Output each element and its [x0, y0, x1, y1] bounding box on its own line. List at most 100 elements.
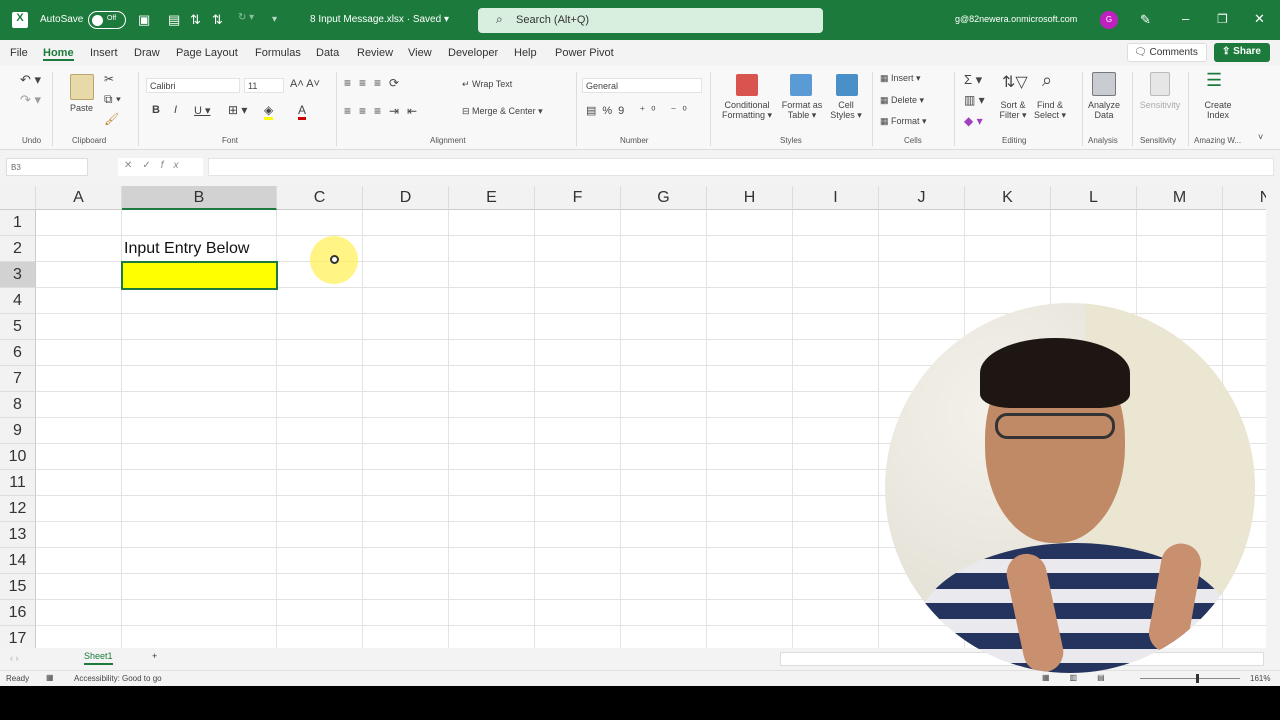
tab-review[interactable]: Review: [357, 47, 393, 59]
bold-button[interactable]: B: [152, 104, 160, 116]
fill-color-icon[interactable]: ◈: [264, 103, 274, 120]
analyze-data-button[interactable]: Analyze Data: [1084, 100, 1124, 120]
column-header-L[interactable]: L: [1051, 186, 1137, 210]
formula-input[interactable]: [208, 158, 1274, 176]
cell-B3-selected[interactable]: [121, 261, 278, 290]
row-header-14[interactable]: 14: [0, 548, 36, 574]
column-header-A[interactable]: A: [36, 186, 122, 210]
cut-icon[interactable]: ✂: [104, 72, 114, 86]
underline-button[interactable]: U ▾: [194, 104, 211, 117]
fill-icon[interactable]: ▥ ▾: [964, 93, 985, 107]
tab-data[interactable]: Data: [316, 47, 339, 59]
sheet-nav-icon[interactable]: ‹ ›: [10, 653, 19, 663]
vertical-align-icons[interactable]: ≡≡≡⟳: [344, 76, 407, 90]
font-color-icon[interactable]: A: [298, 103, 307, 120]
autosum-icon[interactable]: Σ ▾: [964, 72, 982, 88]
collapse-ribbon-icon[interactable]: ˅: [1258, 132, 1263, 142]
paste-icon[interactable]: [70, 74, 94, 100]
column-header-I[interactable]: I: [793, 186, 879, 210]
select-all-button[interactable]: [0, 186, 36, 210]
add-sheet-button[interactable]: +: [152, 651, 157, 661]
clear-icon[interactable]: ◆ ▾: [964, 114, 983, 128]
close-icon[interactable]: ✕: [1254, 11, 1265, 27]
column-header-M[interactable]: M: [1137, 186, 1223, 210]
sort-filter-button[interactable]: Sort & Filter ▾: [996, 100, 1030, 121]
sheet-tab-sheet1[interactable]: Sheet1: [84, 651, 113, 665]
row-header-12[interactable]: 12: [0, 496, 36, 522]
autosave-toggle[interactable]: Off: [88, 11, 126, 29]
tab-insert[interactable]: Insert: [90, 47, 118, 59]
name-box[interactable]: B3: [6, 158, 88, 176]
borders-icon[interactable]: ⊞ ▾: [228, 103, 247, 117]
column-header-H[interactable]: H: [707, 186, 793, 210]
column-header-J[interactable]: J: [879, 186, 965, 210]
column-header-C[interactable]: C: [277, 186, 363, 210]
font-name-select[interactable]: Calibri: [146, 78, 240, 93]
paste-button[interactable]: Paste: [70, 103, 93, 113]
find-select-button[interactable]: Find & Select ▾: [1032, 100, 1068, 121]
number-format-icons[interactable]: ▤%9 ⁺⁰ ⁻⁰: [586, 104, 693, 117]
column-header-F[interactable]: F: [535, 186, 621, 210]
number-format-select[interactable]: General: [582, 78, 702, 93]
tab-developer[interactable]: Developer: [448, 47, 498, 59]
file-name[interactable]: 8 Input Message.xlsx · Saved ▾: [310, 14, 449, 25]
undo-icon[interactable]: ↶ ▾: [20, 72, 41, 88]
pen-icon[interactable]: ✎: [1140, 12, 1151, 28]
form-icon[interactable]: ▤: [168, 12, 180, 28]
tab-file[interactable]: File: [10, 47, 28, 59]
row-header-2[interactable]: 2: [0, 236, 36, 262]
search-box[interactable]: ⌕ Search (Alt+Q): [478, 8, 823, 33]
column-header-N[interactable]: N: [1223, 186, 1266, 210]
delete-cells-button[interactable]: ▦ Delete ▾: [880, 95, 924, 106]
share-button[interactable]: ⇪ Share: [1214, 43, 1270, 62]
zoom-slider[interactable]: [1140, 678, 1240, 679]
conditional-formatting-button[interactable]: Conditional Formatting ▾: [718, 100, 776, 121]
tab-power-pivot[interactable]: Power Pivot: [555, 47, 614, 59]
row-header-10[interactable]: 10: [0, 444, 36, 470]
row-header-17[interactable]: 17: [0, 626, 36, 648]
sort-desc-icon[interactable]: ⇅: [212, 12, 223, 28]
row-header-4[interactable]: 4: [0, 288, 36, 314]
view-buttons[interactable]: ▦▥▤: [1042, 673, 1125, 682]
row-header-16[interactable]: 16: [0, 600, 36, 626]
vertical-scrollbar[interactable]: [1266, 186, 1280, 648]
restore-icon[interactable]: ❐: [1217, 12, 1228, 26]
row-header-3[interactable]: 3: [0, 262, 36, 288]
cell-B2[interactable]: Input Entry Below: [124, 236, 249, 262]
macro-icon[interactable]: ▦: [46, 673, 54, 682]
tab-draw[interactable]: Draw: [134, 47, 160, 59]
redo-icon[interactable]: ↷ ▾: [20, 92, 41, 108]
zoom-level[interactable]: 161%: [1250, 674, 1270, 683]
format-as-table-button[interactable]: Format as Table ▾: [778, 100, 826, 121]
row-header-15[interactable]: 15: [0, 574, 36, 600]
column-header-E[interactable]: E: [449, 186, 535, 210]
merge-center-button[interactable]: ⊟ Merge & Center ▾: [462, 106, 543, 117]
tab-page-layout[interactable]: Page Layout: [176, 47, 238, 59]
customize-icon[interactable]: ▾: [272, 14, 277, 25]
tab-view[interactable]: View: [408, 47, 432, 59]
create-index-button[interactable]: Create Index: [1198, 100, 1238, 120]
column-header-D[interactable]: D: [363, 186, 449, 210]
row-header-1[interactable]: 1: [0, 210, 36, 236]
font-grow-shrink-icon[interactable]: A˄ A˅: [290, 78, 320, 90]
horizontal-align-icons[interactable]: ≡≡≡⇥⇤: [344, 104, 425, 118]
wrap-text-button[interactable]: ↵ Wrap Text: [462, 79, 512, 90]
tab-formulas[interactable]: Formulas: [255, 47, 301, 59]
row-header-7[interactable]: 7: [0, 366, 36, 392]
zoom-slider-thumb[interactable]: [1196, 674, 1199, 683]
tab-help[interactable]: Help: [514, 47, 537, 59]
sort-asc-icon[interactable]: ⇅: [190, 12, 201, 28]
sensitivity-button[interactable]: Sensitivity: [1136, 100, 1184, 110]
row-header-13[interactable]: 13: [0, 522, 36, 548]
italic-button[interactable]: I: [174, 104, 177, 116]
save-icon[interactable]: ▣: [138, 12, 150, 28]
tab-home[interactable]: Home: [43, 47, 74, 61]
redo-icon[interactable]: ↻ ▾: [238, 12, 254, 23]
accessibility-status[interactable]: Accessibility: Good to go: [74, 674, 162, 683]
row-header-9[interactable]: 9: [0, 418, 36, 444]
row-header-8[interactable]: 8: [0, 392, 36, 418]
format-painter-icon[interactable]: 🖌: [104, 112, 119, 126]
cell-styles-button[interactable]: Cell Styles ▾: [826, 100, 866, 121]
comments-button[interactable]: 🗨 Comments: [1127, 43, 1207, 62]
column-header-K[interactable]: K: [965, 186, 1051, 210]
